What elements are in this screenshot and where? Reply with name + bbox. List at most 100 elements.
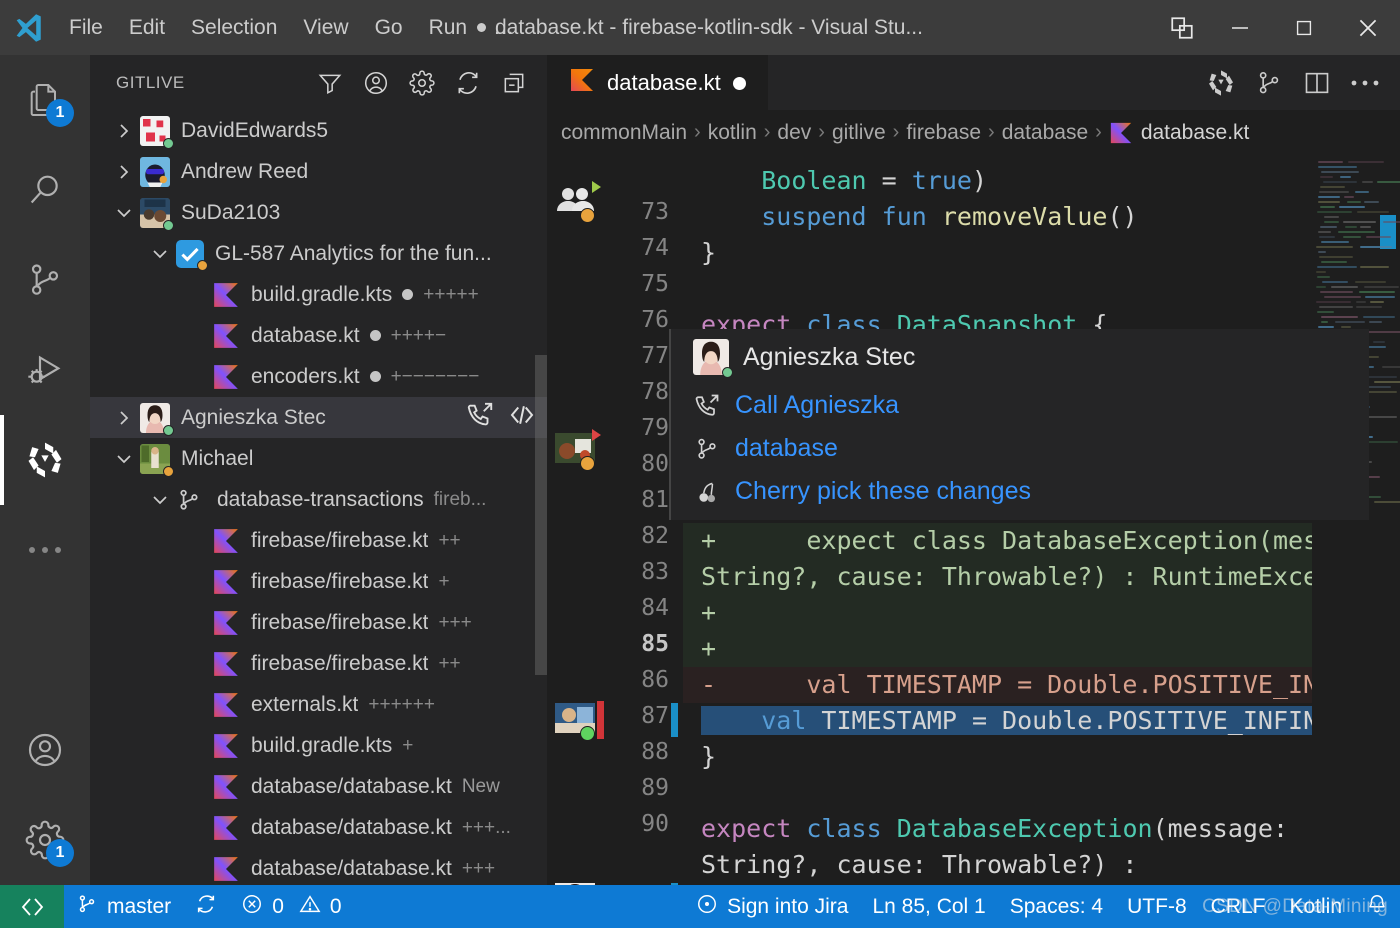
filter-icon[interactable] [311, 64, 349, 102]
gutter-avatar-suda[interactable] [555, 703, 599, 737]
tree-row-label: Michael [181, 447, 253, 471]
code-line[interactable]: - val TIMESTAMP = Double.POSITIVE_INFINI… [683, 667, 1400, 703]
breadcrumb-item[interactable]: dev [777, 121, 811, 145]
tree-row-file[interactable]: build.gradle.kts+++++ [90, 274, 547, 315]
status-notifications[interactable] [1354, 885, 1400, 928]
breadcrumb-item[interactable]: gitlive [832, 121, 886, 145]
twisty-icon[interactable] [108, 120, 140, 142]
status-cursor-position[interactable]: Ln 85, Col 1 [860, 885, 997, 928]
twisty-icon[interactable] [144, 243, 176, 265]
source-control-icon[interactable] [1248, 62, 1290, 104]
gutter-avatar-group[interactable] [555, 185, 599, 219]
activity-source-control[interactable] [0, 235, 90, 325]
activity-gitlive[interactable] [0, 415, 90, 505]
status-language-mode[interactable]: Kotlin [1277, 885, 1354, 928]
tree-row-file[interactable]: database/database.ktNew [90, 766, 547, 807]
twisty-icon[interactable] [108, 448, 140, 470]
tree-row-file[interactable]: encoders.kt+−−−−−−− [90, 356, 547, 397]
tree-row-file[interactable]: database/database.kt+++... [90, 807, 547, 848]
code-line[interactable]: + [683, 595, 1400, 631]
remote-window-icon[interactable] [0, 885, 64, 928]
activity-search[interactable] [0, 145, 90, 235]
activity-manage[interactable]: 1 [0, 795, 90, 885]
status-jira[interactable]: Sign into Jira [684, 885, 860, 928]
menu-more[interactable]: … [480, 12, 527, 44]
tree-row-file[interactable]: build.gradle.kts+ [90, 725, 547, 766]
tab-dirty-icon[interactable] [733, 77, 746, 90]
gitlive-icon[interactable] [1200, 62, 1242, 104]
code-editor[interactable]: 737475767778798081828384858687888990 Boo… [547, 155, 1400, 885]
breadcrumb-item[interactable]: firebase [906, 121, 981, 145]
tree-row-file[interactable]: database/database.kt+++ [90, 848, 547, 885]
code-line[interactable]: String?, cause: Throwable?) : [683, 847, 1400, 883]
sidebar-scrollbar[interactable] [535, 355, 547, 675]
activity-run-debug[interactable] [0, 325, 90, 415]
close-button[interactable] [1336, 0, 1400, 55]
twisty-icon[interactable] [108, 202, 140, 224]
status-branch[interactable]: master [64, 885, 183, 928]
tree-row-file[interactable]: firebase/firebase.kt++ [90, 643, 547, 684]
collapse-all-icon[interactable] [495, 64, 533, 102]
status-eol[interactable]: CRLF [1199, 885, 1278, 928]
editor-layout-icon[interactable] [1156, 0, 1208, 55]
tree-row-user[interactable]: SuDa2103 [90, 192, 547, 233]
status-problems[interactable]: 0 0 [229, 885, 353, 928]
tree-row-issue[interactable]: GL-587 Analytics for the fun... [90, 233, 547, 274]
tree-row-file[interactable]: firebase/firebase.kt+++ [90, 602, 547, 643]
tree-row-user[interactable]: Agnieszka Stec [90, 397, 547, 438]
maximize-button[interactable] [1272, 0, 1336, 55]
status-sync[interactable] [183, 885, 229, 928]
tree-row-user[interactable]: Andrew Reed [90, 151, 547, 192]
tree-row-file[interactable]: firebase/firebase.kt+ [90, 561, 547, 602]
tree-row-user[interactable]: DavidEdwards5 [90, 110, 547, 151]
menu-edit[interactable]: Edit [116, 12, 178, 44]
gitlive-peek-widget[interactable]: Agnieszka Stec Call Agnieszka [669, 329, 1369, 520]
code-icon[interactable] [507, 400, 537, 436]
more-actions-icon[interactable] [1344, 62, 1386, 104]
gutter-avatar-andrew[interactable] [555, 433, 599, 467]
tree-row-file[interactable]: firebase/firebase.kt++ [90, 520, 547, 561]
breadcrumb-item[interactable]: commonMain [561, 121, 687, 145]
tree-row-file[interactable]: externals.kt++++++ [90, 684, 547, 725]
breadcrumb-item[interactable]: kotlin [708, 121, 757, 145]
activity-accounts[interactable] [0, 705, 90, 795]
split-editor-icon[interactable] [1296, 62, 1338, 104]
menu-go[interactable]: Go [362, 12, 416, 44]
refresh-icon[interactable] [449, 64, 487, 102]
menu-file[interactable]: File [56, 12, 116, 44]
code-line[interactable]: } [683, 235, 1400, 271]
twisty-icon[interactable] [144, 489, 176, 511]
code-line[interactable]: String?, cause: Throwable?) : RuntimeExc… [683, 559, 1400, 595]
minimap[interactable] [1312, 155, 1400, 885]
code-line[interactable]: + [683, 631, 1400, 667]
menu-selection[interactable]: Selection [178, 12, 290, 44]
menu-view[interactable]: View [290, 12, 361, 44]
breadcrumb-item[interactable]: database.kt [1109, 121, 1250, 145]
tree-row-user[interactable]: Michael [90, 438, 547, 479]
tree-row-branch[interactable]: database-transactionsfireb... [90, 479, 547, 520]
code-content[interactable]: Boolean = true) suspend fun removeValue(… [683, 155, 1400, 885]
breadcrumb-item[interactable]: database [1002, 121, 1088, 145]
status-indentation[interactable]: Spaces: 4 [998, 885, 1115, 928]
peek-call-action[interactable]: Call Agnieszka [693, 391, 1369, 420]
call-icon[interactable] [465, 400, 495, 436]
peek-branch-action[interactable]: database [693, 434, 1369, 463]
peek-cherrypick-action[interactable]: Cherry pick these changes [693, 477, 1369, 506]
activity-explorer[interactable]: 1 [0, 55, 90, 145]
tree-row-file[interactable]: database.kt++++− [90, 315, 547, 356]
twisty-icon[interactable] [108, 161, 140, 183]
menu-run[interactable]: Run [416, 12, 481, 44]
minimize-button[interactable] [1208, 0, 1272, 55]
code-line[interactable]: Boolean = true) [683, 163, 1400, 199]
gear-icon[interactable] [403, 64, 441, 102]
twisty-icon[interactable] [108, 407, 140, 429]
code-line[interactable]: + expect class DatabaseException(message… [683, 523, 1400, 559]
activity-more[interactable] [0, 505, 90, 595]
code-line[interactable]: suspend fun removeValue() [683, 199, 1400, 235]
code-line[interactable]: expect class DatabaseException(message: [683, 811, 1400, 847]
tab-database-kt[interactable]: database.kt [547, 55, 768, 110]
code-line[interactable]: val TIMESTAMP = Double.POSITIVE_INFINITY [683, 703, 1400, 739]
code-line[interactable]: } [683, 739, 1400, 775]
status-encoding[interactable]: UTF-8 [1115, 885, 1199, 928]
account-icon[interactable] [357, 64, 395, 102]
